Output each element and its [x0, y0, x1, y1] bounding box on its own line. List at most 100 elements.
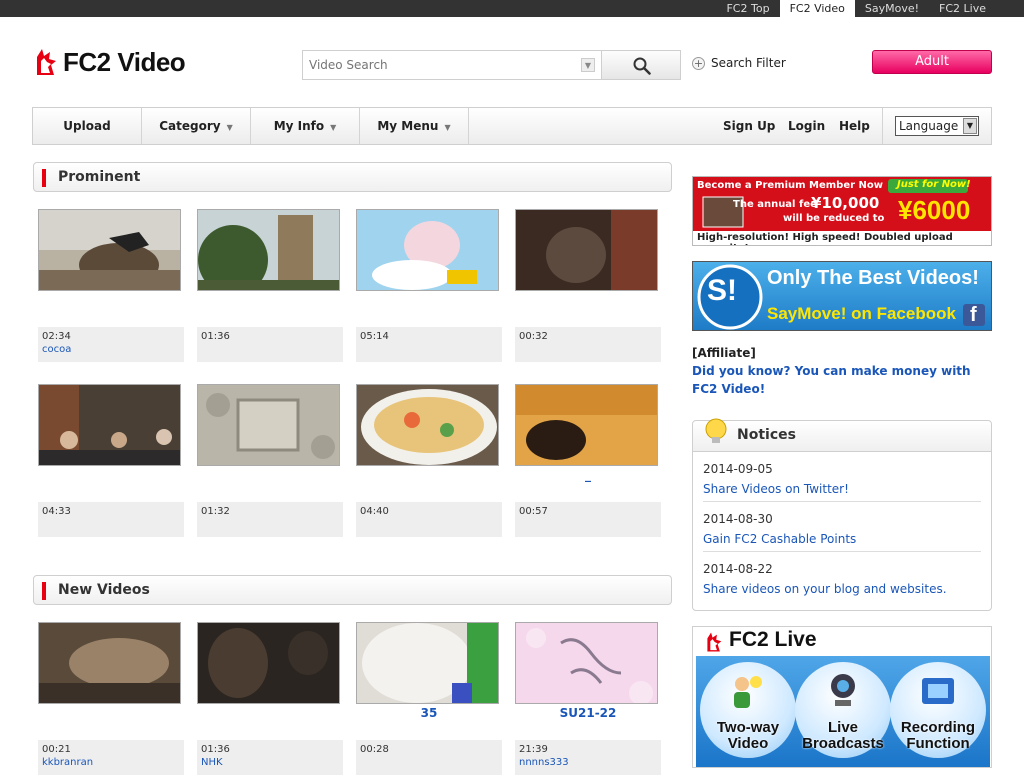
notice-date: 2014-09-05	[703, 462, 773, 476]
section-header-new-videos: New Videos	[33, 575, 672, 605]
nav-upload[interactable]: Upload	[33, 108, 142, 144]
magnifier-icon	[633, 57, 651, 75]
video-title[interactable]	[197, 291, 343, 327]
video-title[interactable]	[197, 704, 343, 740]
top-link-fc2-video[interactable]: FC2 Video	[779, 0, 855, 17]
video-title[interactable]	[356, 466, 502, 502]
adult-button[interactable]: Adult	[872, 50, 992, 74]
saymove-facebook-banner[interactable]: S! Only The Best Videos! SayMove! on Fac…	[692, 261, 992, 331]
section-title: Prominent	[58, 169, 141, 185]
video-thumbnail[interactable]	[515, 209, 658, 291]
feature-two-way-video: Two-way Video	[700, 662, 796, 758]
video-card: SU21-22 21:39 nnnns333	[515, 622, 661, 775]
nav-my-menu-label: My Menu	[377, 119, 439, 133]
video-thumbnail[interactable]	[197, 622, 340, 704]
video-title[interactable]	[38, 291, 184, 327]
video-title[interactable]	[38, 466, 184, 502]
search-input[interactable]	[303, 51, 573, 79]
nav-my-info[interactable]: My Info ▼	[251, 108, 360, 144]
dropdown-arrow-icon: ▼	[226, 123, 233, 132]
search-filter-toggle[interactable]: + Search Filter	[692, 56, 786, 70]
affiliate-label: [Affiliate]	[692, 346, 756, 360]
video-meta: 04:33	[38, 502, 184, 537]
video-duration: 00:28	[360, 744, 389, 755]
video-thumbnail[interactable]	[356, 384, 499, 466]
fc2-live-promo[interactable]: FC2 Live Two-way Video Live Broadcasts R…	[692, 626, 992, 768]
dropdown-arrow-icon: ▼	[330, 123, 337, 132]
nav-my-menu[interactable]: My Menu ▼	[360, 108, 469, 144]
video-thumbnail[interactable]	[356, 209, 499, 291]
video-meta: 01:32	[197, 502, 343, 537]
affiliate-link[interactable]: Did you know? You can make money with FC…	[692, 362, 992, 398]
video-duration: 00:32	[519, 331, 548, 342]
section-title: New Videos	[58, 582, 150, 598]
video-uploader[interactable]: nnnns333	[519, 757, 657, 768]
ad-new-price: ¥6000	[898, 195, 971, 225]
video-uploader[interactable]: NHK	[201, 757, 339, 768]
ad-badge: Just for Now!	[897, 179, 971, 190]
video-meta: 02:34 cocoa	[38, 327, 184, 362]
notice-link[interactable]: Gain FC2 Cashable Points	[703, 532, 981, 546]
section-accent-bar	[42, 169, 46, 187]
video-uploader[interactable]: cocoa	[42, 344, 180, 355]
nav-divider	[882, 108, 883, 144]
video-thumbnail[interactable]	[38, 622, 181, 704]
video-title[interactable]	[356, 291, 502, 327]
video-thumbnail[interactable]	[38, 209, 181, 291]
video-meta: 00:32	[515, 327, 661, 362]
nav-help[interactable]: Help	[839, 108, 870, 144]
affiliate-block: [Affiliate] Did you know? You can make m…	[692, 346, 992, 398]
people-icon	[734, 676, 762, 708]
nav-category[interactable]: Category ▼	[142, 108, 251, 144]
video-meta: 05:14	[356, 327, 502, 362]
saymove-subline: SayMove! on Facebook	[767, 304, 956, 323]
search-button[interactable]	[601, 50, 681, 80]
video-card: 04:33	[38, 384, 184, 537]
video-title[interactable]	[197, 466, 343, 502]
video-card: _ 00:57	[515, 384, 661, 537]
video-title[interactable]	[38, 704, 184, 740]
video-card: 02:34 cocoa	[38, 209, 184, 362]
top-link-fc2-top[interactable]: FC2 Top	[716, 0, 779, 17]
fc2-video-logo[interactable]: FC2 Video	[33, 45, 186, 79]
video-meta: 00:57	[515, 502, 661, 537]
notices-title: Notices	[737, 427, 796, 443]
facebook-icon: f	[970, 304, 977, 326]
search-dropdown-icon[interactable]: ▼	[581, 58, 595, 72]
video-card: 05:14	[356, 209, 502, 362]
saymove-headline: Only The Best Videos!	[767, 267, 979, 289]
nav-sign-up[interactable]: Sign Up	[723, 108, 775, 144]
video-duration: 04:33	[42, 506, 71, 517]
video-meta: 00:21 kkbranran	[38, 740, 184, 775]
logo-text: FC2 Video	[63, 46, 186, 77]
video-thumbnail[interactable]	[197, 209, 340, 291]
top-link-fc2-live[interactable]: FC2 Live	[929, 0, 996, 17]
nav-login[interactable]: Login	[788, 108, 825, 144]
search-box: ▼	[302, 50, 602, 80]
fc2-live-features: Two-way Video Live Broadcasts Recording …	[696, 656, 990, 767]
video-card: 35 00:28	[356, 622, 502, 775]
video-title[interactable]	[515, 291, 661, 327]
video-thumbnail[interactable]	[197, 384, 340, 466]
video-thumbnail[interactable]	[515, 384, 658, 466]
notice-item: 2014-08-30 Gain FC2 Cashable Points	[703, 502, 981, 552]
video-card: 01:32	[197, 384, 343, 537]
video-thumbnail[interactable]	[515, 622, 658, 704]
video-thumbnail[interactable]	[356, 622, 499, 704]
notices-header: Notices	[693, 418, 991, 452]
film-icon	[922, 678, 954, 704]
video-title[interactable]: SU21-22	[515, 704, 661, 740]
notice-link[interactable]: Share videos on your blog and websites.	[703, 582, 981, 596]
video-title[interactable]: 35	[356, 704, 502, 740]
language-select[interactable]: Language ▼	[895, 116, 979, 136]
nav-my-info-label: My Info	[273, 119, 325, 133]
top-link-saymove[interactable]: SayMove!	[855, 0, 929, 17]
video-title[interactable]: _	[515, 466, 661, 502]
premium-member-banner[interactable]: Become a Premium Member Now Just for Now…	[692, 176, 992, 246]
video-thumbnail[interactable]	[38, 384, 181, 466]
fc2-live-header: FC2 Live	[693, 627, 991, 656]
notice-link[interactable]: Share Videos on Twitter!	[703, 482, 981, 496]
video-uploader[interactable]: kkbranran	[42, 757, 180, 768]
notice-item: 2014-08-22 Share videos on your blog and…	[703, 552, 981, 602]
ad-headline: Become a Premium Member Now	[697, 180, 884, 191]
